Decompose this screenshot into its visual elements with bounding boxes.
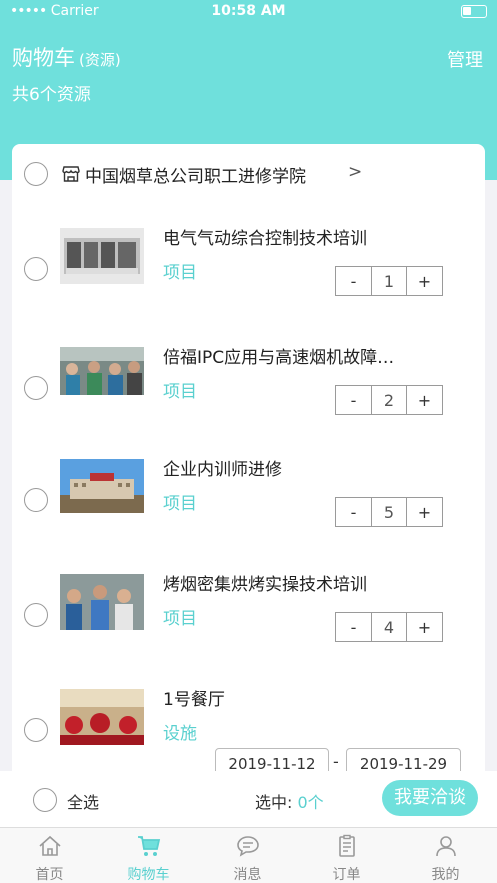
quantity-input[interactable]: 1 [372, 267, 406, 295]
increase-button[interactable]: + [406, 267, 442, 295]
cart-icon [138, 836, 161, 856]
cart-item: 企业内训师进修 项目 - 5 + [12, 459, 485, 574]
quantity-stepper: - 1 + [335, 266, 443, 296]
tab-label: 我的 [431, 867, 460, 883]
item-type: 项目 [163, 609, 197, 629]
item-thumbnail[interactable] [60, 459, 144, 515]
tab-label: 购物车 [127, 867, 170, 883]
item-thumbnail[interactable] [60, 347, 144, 403]
tab-cart[interactable]: 购物车 [99, 828, 198, 883]
quantity-input[interactable]: 5 [372, 498, 406, 526]
quantity-input[interactable]: 4 [372, 613, 406, 641]
home-icon [39, 835, 61, 856]
increase-button[interactable]: + [406, 613, 442, 641]
item-thumbnail[interactable] [60, 228, 144, 284]
cart-item: 电气气动综合控制技术培训 项目 - 1 + [12, 228, 485, 343]
shop-select-radio[interactable] [24, 162, 48, 186]
item-type: 项目 [163, 382, 197, 402]
cart-card: 中国烟草总公司职工进修学院 > 电气气动综合控制技术培训 项目 - 1 + 倍福… [12, 144, 485, 784]
battery-icon [461, 5, 487, 18]
page-subtitle: (资源) [79, 51, 121, 69]
page-title: 购物车 (资源) [12, 42, 121, 72]
status-bar: ••••• Carrier 10:58 AM [0, 0, 497, 24]
quantity-stepper: - 2 + [335, 385, 443, 415]
status-time: 10:58 AM [211, 3, 286, 19]
quantity-input[interactable]: 2 [372, 386, 406, 414]
message-icon [237, 836, 259, 857]
tab-orders[interactable]: 订单 [297, 828, 396, 883]
quantity-stepper: - 5 + [335, 497, 443, 527]
tab-label: 消息 [233, 867, 262, 883]
item-select-radio[interactable] [24, 488, 48, 512]
item-title[interactable]: 1号餐厅 [163, 685, 225, 710]
cart-item: 倍福IPC应用与高速烟机故障… 项目 - 2 + [12, 347, 485, 462]
item-select-radio[interactable] [24, 257, 48, 281]
item-type: 项目 [163, 263, 197, 283]
item-select-radio[interactable] [24, 376, 48, 400]
tab-messages[interactable]: 消息 [198, 828, 297, 883]
item-type: 项目 [163, 494, 197, 514]
select-all-radio[interactable] [33, 788, 57, 812]
select-all-label[interactable]: 全选 [67, 789, 99, 813]
quantity-stepper: - 4 + [335, 612, 443, 642]
item-title[interactable]: 电气气动综合控制技术培训 [163, 224, 367, 249]
decrease-button[interactable]: - [336, 613, 372, 641]
item-title[interactable]: 倍福IPC应用与高速烟机故障… [163, 343, 394, 368]
shop-icon [62, 166, 80, 182]
user-icon [436, 836, 456, 857]
tab-label: 订单 [332, 867, 361, 883]
increase-button[interactable]: + [406, 386, 442, 414]
item-thumbnail[interactable] [60, 574, 144, 630]
page-title-text: 购物车 [12, 46, 75, 70]
decrease-button[interactable]: - [336, 386, 372, 414]
item-select-radio[interactable] [24, 718, 48, 742]
increase-button[interactable]: + [406, 498, 442, 526]
resource-count: 共6个资源 [12, 85, 91, 105]
tab-profile[interactable]: 我的 [396, 828, 495, 883]
tab-home[interactable]: 首页 [0, 828, 99, 883]
item-title[interactable]: 企业内训师进修 [163, 455, 282, 480]
order-icon [339, 834, 355, 857]
item-thumbnail[interactable] [60, 689, 144, 745]
decrease-button[interactable]: - [336, 498, 372, 526]
tab-label: 首页 [35, 867, 64, 883]
selected-count: 选中: 0个 [255, 793, 324, 812]
decrease-button[interactable]: - [336, 267, 372, 295]
tab-bar: 首页 购物车 消息 订单 我的 [0, 827, 497, 883]
date-separator: - [333, 752, 339, 771]
manage-button[interactable]: 管理 [447, 46, 483, 72]
item-title[interactable]: 烤烟密集烘烤实操技术培训 [163, 570, 367, 595]
chevron-right-icon[interactable]: > [348, 162, 362, 182]
item-type: 设施 [163, 724, 197, 744]
negotiate-button[interactable]: 我要洽谈 [382, 780, 478, 816]
cart-item: 烤烟密集烘烤实操技术培训 项目 - 4 + [12, 574, 485, 689]
checkout-bar: 全选 选中: 0个 我要洽谈 [0, 771, 497, 827]
shop-name[interactable]: 中国烟草总公司职工进修学院 [85, 162, 306, 187]
item-select-radio[interactable] [24, 603, 48, 627]
